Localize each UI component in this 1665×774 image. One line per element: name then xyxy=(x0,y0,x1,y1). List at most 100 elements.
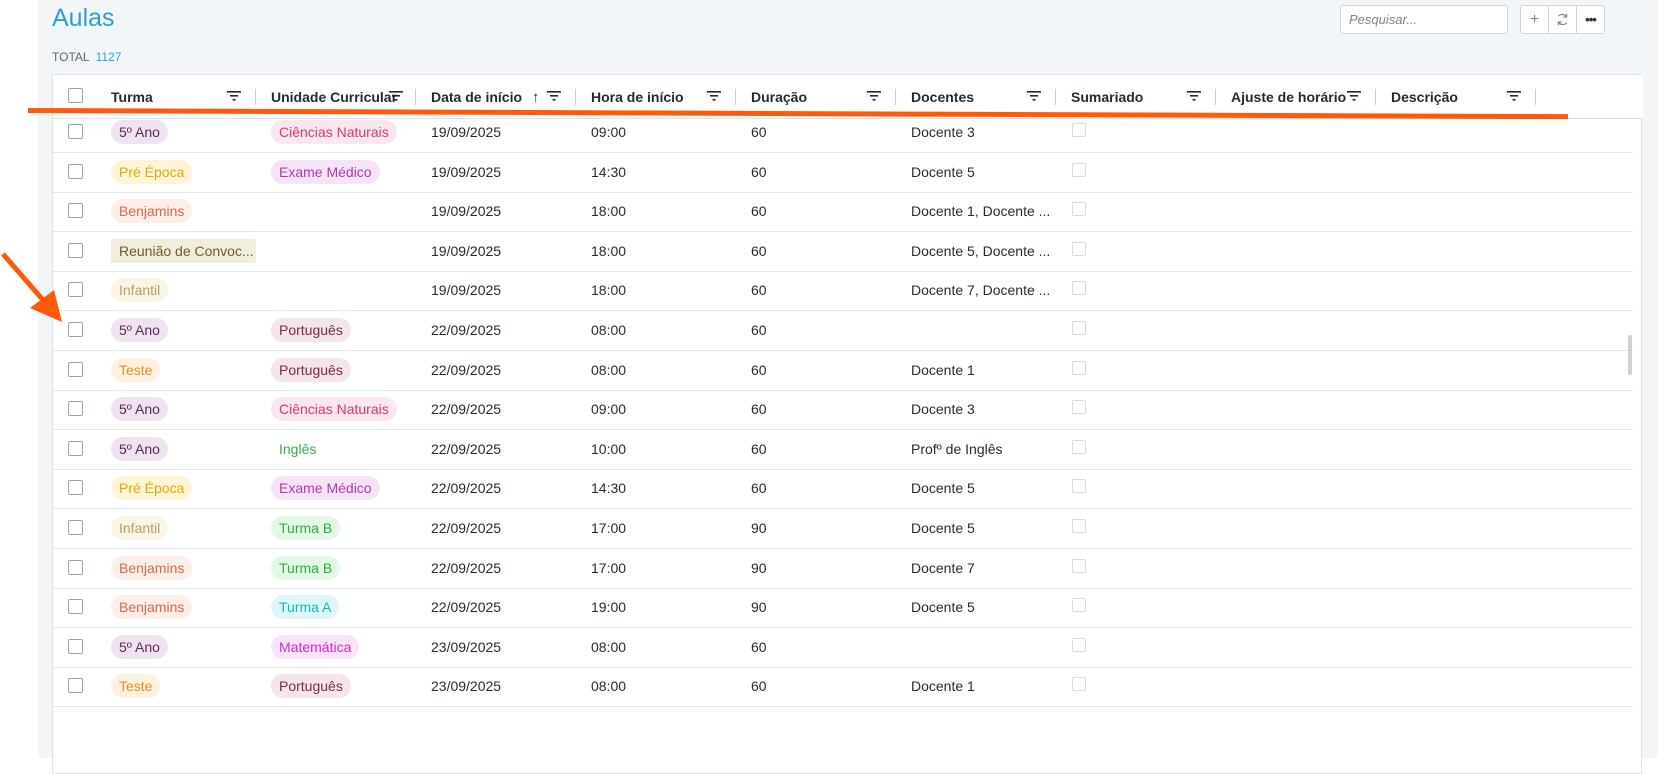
table-row[interactable]: 5º Ano Inglês 22/09/2025 10:00 60 Profº de In… xyxy=(53,428,1633,470)
column-header-label: Descrição xyxy=(1391,89,1458,105)
cell-hora: 14:30 xyxy=(591,163,627,180)
row-checkbox[interactable] xyxy=(68,124,83,139)
table-row[interactable]: Infantil Turma B 22/09/2025 17:00 90 Docente … xyxy=(53,507,1633,549)
table-row[interactable]: Teste Português 22/09/2025 08:00 60 Docente 1 xyxy=(53,349,1633,391)
turma-tag: Infantil xyxy=(111,516,169,540)
sumariado-checkbox[interactable] xyxy=(1072,598,1086,613)
sumariado-checkbox[interactable] xyxy=(1072,439,1086,454)
uc-tag: Turma A xyxy=(271,595,340,620)
row-checkbox[interactable] xyxy=(68,361,83,377)
table-row[interactable]: Reunião de Convoc... 19/09/2025 18:00 60 Doc… xyxy=(53,230,1633,272)
cell-uc: Matemática xyxy=(271,626,360,668)
refresh-button[interactable] xyxy=(1548,5,1577,34)
cell-data: 19/09/2025 xyxy=(431,203,502,220)
cell-data: 19/09/2025 xyxy=(431,282,502,299)
toolbar-buttons: + ••• xyxy=(1520,5,1605,34)
filter-icon[interactable] xyxy=(227,89,241,103)
cell-turma: 5º Ano xyxy=(111,309,168,351)
cell-data: 22/09/2025 xyxy=(431,520,502,536)
cell-docentes: Docente 1 xyxy=(911,678,975,695)
cell-turma: 5º Ano xyxy=(111,388,168,430)
cell-hora: 17:00 xyxy=(591,520,627,536)
filter-icon[interactable] xyxy=(707,89,721,103)
sumariado-checkbox[interactable] xyxy=(1072,321,1086,335)
row-checkbox[interactable] xyxy=(68,678,83,694)
column-resize-handle[interactable] xyxy=(1535,89,1536,105)
table-row[interactable]: 5º Ano Matemática 23/09/2025 08:00 60 xyxy=(53,626,1633,668)
turma-tag: Reunião de Convoc... xyxy=(111,238,256,263)
sumariado-checkbox[interactable] xyxy=(1072,400,1086,415)
uc-tag: Exame Médico xyxy=(271,159,380,184)
cell-hora: 08:00 xyxy=(591,322,627,338)
table-row[interactable]: Benjamins Turma B 22/09/2025 17:00 90 Docente… xyxy=(53,547,1633,589)
sumariado-checkbox[interactable] xyxy=(1072,123,1086,137)
add-button[interactable]: + xyxy=(1520,5,1549,34)
column-resize-handle[interactable] xyxy=(735,89,736,105)
sumariado-checkbox[interactable] xyxy=(1072,519,1086,533)
filter-icon[interactable] xyxy=(1187,89,1201,103)
cell-data: 19/09/2025 xyxy=(431,163,502,180)
sumariado-checkbox[interactable] xyxy=(1072,558,1086,573)
filter-icon[interactable] xyxy=(547,89,561,103)
column-resize-handle[interactable] xyxy=(1215,89,1216,105)
sumariado-checkbox[interactable] xyxy=(1072,241,1086,256)
column-resize-handle[interactable] xyxy=(1375,89,1376,105)
sumariado-checkbox[interactable] xyxy=(1072,281,1086,296)
table-row[interactable]: Teste Português 23/09/2025 08:00 60 Docente 1 xyxy=(53,665,1633,708)
cell-duracao: 90 xyxy=(751,520,767,536)
column-resize-handle[interactable] xyxy=(1055,89,1056,105)
row-checkbox[interactable] xyxy=(68,203,83,219)
table-row[interactable]: Benjamins Turma A 22/09/2025 19:00 90 Docente… xyxy=(53,586,1633,629)
filter-icon[interactable] xyxy=(1347,89,1361,103)
cell-docentes: Docente 5 xyxy=(911,480,975,497)
row-checkbox[interactable] xyxy=(68,559,83,575)
filter-icon[interactable] xyxy=(1027,89,1041,103)
column-resize-handle[interactable] xyxy=(895,89,896,105)
sumariado-checkbox[interactable] xyxy=(1072,360,1086,375)
column-resize-handle[interactable] xyxy=(415,89,416,105)
cell-duracao: 90 xyxy=(751,559,767,576)
more-button[interactable]: ••• xyxy=(1576,5,1605,34)
cell-data: 22/09/2025 xyxy=(431,559,502,576)
turma-tag: Infantil xyxy=(111,278,169,303)
table-row[interactable]: Pré Época Exame Médico 22/09/2025 14:30 60 Do… xyxy=(53,467,1633,510)
table-row[interactable]: Infantil 19/09/2025 18:00 60 Docente 7, Doce… xyxy=(53,269,1633,312)
row-checkbox[interactable] xyxy=(68,480,83,496)
row-checkbox[interactable] xyxy=(68,520,83,535)
uc-tag: Turma B xyxy=(271,516,341,540)
filter-icon[interactable] xyxy=(389,89,403,103)
uc-tag: Ciências Naturais xyxy=(271,120,397,144)
filter-icon[interactable] xyxy=(1507,89,1521,103)
cell-duracao: 60 xyxy=(751,678,767,695)
select-all-checkbox[interactable] xyxy=(68,88,83,103)
turma-tag: 5º Ano xyxy=(111,397,168,422)
cell-turma: 5º Ano xyxy=(111,626,168,668)
filter-icon[interactable] xyxy=(867,89,881,103)
column-header-label: Duração xyxy=(751,89,808,105)
cell-uc: Inglês xyxy=(271,428,324,470)
row-checkbox[interactable] xyxy=(68,440,83,456)
table-row[interactable]: 5º Ano Ciências Naturais 22/09/2025 09:00 60… xyxy=(53,388,1633,431)
sumariado-checkbox[interactable] xyxy=(1072,677,1086,692)
table-row[interactable]: Pré Época Exame Médico 19/09/2025 14:30 60 Do… xyxy=(53,151,1633,193)
vertical-scrollbar[interactable] xyxy=(1628,335,1632,375)
sumariado-checkbox[interactable] xyxy=(1072,162,1086,177)
search-input[interactable]: Pesquisar... xyxy=(1340,5,1508,34)
column-resize-handle[interactable] xyxy=(255,89,256,105)
cell-data: 23/09/2025 xyxy=(431,678,502,695)
cell-turma: Benjamins xyxy=(111,190,193,232)
table-row[interactable]: Benjamins 19/09/2025 18:00 60 Docente 1, Doc… xyxy=(53,190,1633,233)
row-checkbox[interactable] xyxy=(68,163,83,179)
row-checkbox[interactable] xyxy=(68,401,83,417)
turma-tag: Teste xyxy=(111,674,161,699)
table-row[interactable]: 5º Ano Português 22/09/2025 08:00 60 xyxy=(53,309,1633,351)
row-checkbox[interactable] xyxy=(68,599,83,615)
sumariado-checkbox[interactable] xyxy=(1072,637,1086,652)
sumariado-checkbox[interactable] xyxy=(1072,479,1086,494)
row-checkbox[interactable] xyxy=(68,638,83,654)
cell-turma: 5º Ano xyxy=(111,428,168,470)
sumariado-checkbox[interactable] xyxy=(1072,202,1086,217)
column-resize-handle[interactable] xyxy=(575,89,576,105)
column-header-label: Sumariado xyxy=(1071,89,1144,105)
sort-ascending-icon[interactable]: ↑ xyxy=(532,89,540,106)
